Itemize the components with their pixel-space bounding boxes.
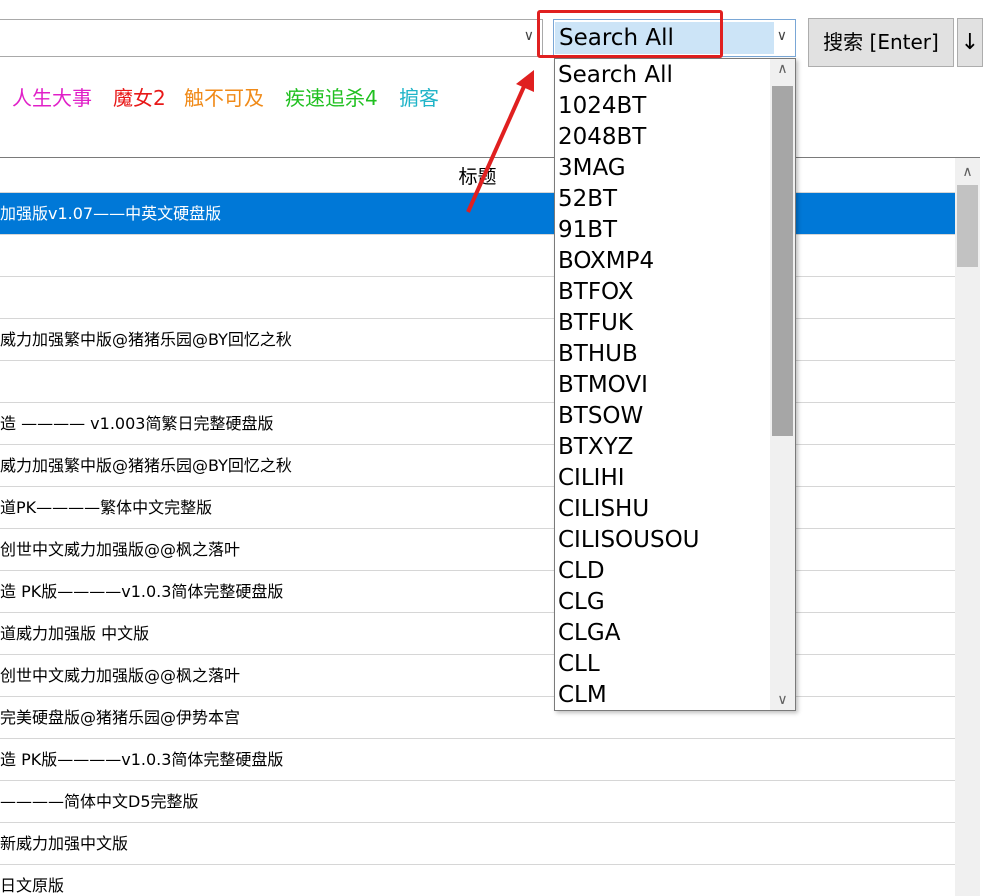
dropdown-option[interactable]: 2048BT bbox=[555, 122, 769, 153]
table-scrollbar[interactable]: ∧ bbox=[955, 158, 980, 896]
table-row[interactable]: ————简体中文D5完整版 bbox=[0, 781, 955, 823]
hot-keyword[interactable]: 人生大事 bbox=[12, 82, 92, 111]
table-row[interactable]: 创世中文威力加强版@@枫之落叶 bbox=[0, 655, 955, 697]
site-dropdown-list[interactable]: Search All 1024BT 2048BT 3MAG 52BT 91BT BOXMP4… bbox=[554, 58, 796, 711]
chevron-down-icon[interactable]: ∨ bbox=[524, 28, 534, 44]
table-row[interactable]: 新威力加强中文版 bbox=[0, 823, 955, 865]
dropdown-option[interactable]: CLM bbox=[555, 680, 769, 710]
dropdown-option[interactable]: CILISHU bbox=[555, 494, 769, 525]
sort-button[interactable]: ↓ bbox=[957, 18, 983, 67]
dropdown-option[interactable]: CLL bbox=[555, 649, 769, 680]
hot-keyword[interactable]: 触不可及 bbox=[184, 82, 264, 111]
table-row[interactable]: 威力加强繁中版@猪猪乐园@BY回忆之秋 bbox=[0, 319, 955, 361]
dropdown-option[interactable]: BTHUB bbox=[555, 339, 769, 370]
dropdown-option[interactable]: BTXYZ bbox=[555, 432, 769, 463]
dropdown-option[interactable]: CILISOUSOU bbox=[555, 525, 769, 556]
table-row[interactable] bbox=[0, 361, 955, 403]
table-row[interactable]: 造 PK版————v1.0.3简体完整硬盘版 bbox=[0, 739, 955, 781]
dropdown-option[interactable]: 3MAG bbox=[555, 153, 769, 184]
dropdown-option[interactable]: Search All bbox=[555, 60, 769, 91]
dropdown-option[interactable]: BTFUK bbox=[555, 308, 769, 339]
dropdown-option[interactable]: BTSOW bbox=[555, 401, 769, 432]
dropdown-scrollbar[interactable]: ∧ ∨ bbox=[770, 59, 795, 710]
dropdown-option[interactable]: CLGA bbox=[555, 618, 769, 649]
table-row[interactable]: 道PK————繁体中文完整版 bbox=[0, 487, 955, 529]
dropdown-option[interactable]: CILIHI bbox=[555, 463, 769, 494]
table-row[interactable]: 日文原版 bbox=[0, 865, 955, 896]
dropdown-option[interactable]: 91BT bbox=[555, 215, 769, 246]
table-row[interactable] bbox=[0, 277, 955, 319]
results-table[interactable]: 标题 加强版v1.07——中英文硬盘版 威力加强繁中版@猪猪乐园@BY回忆之秋造 … bbox=[0, 157, 980, 896]
scroll-up-icon[interactable]: ∧ bbox=[955, 164, 980, 180]
hot-keyword[interactable]: 魔女2 bbox=[113, 82, 166, 111]
scroll-thumb[interactable] bbox=[772, 86, 793, 436]
table-row[interactable]: 造 ———— v1.003简繁日完整硬盘版 bbox=[0, 403, 955, 445]
hot-keyword[interactable]: 掮客 bbox=[399, 82, 439, 111]
dropdown-option[interactable]: BTMOVI bbox=[555, 370, 769, 401]
annotation-arrow-icon bbox=[466, 70, 534, 213]
annotation-highlight-box bbox=[537, 10, 723, 58]
search-input[interactable]: ∨ bbox=[0, 19, 543, 57]
scroll-up-icon[interactable]: ∧ bbox=[770, 61, 795, 77]
search-button[interactable]: 搜索 [Enter] bbox=[808, 18, 954, 67]
hot-keyword[interactable]: 疾速追杀4 bbox=[285, 82, 378, 111]
scroll-thumb[interactable] bbox=[957, 185, 978, 267]
table-row[interactable] bbox=[0, 235, 955, 277]
dropdown-option[interactable]: CLG bbox=[555, 587, 769, 618]
dropdown-option[interactable]: 52BT bbox=[555, 184, 769, 215]
table-row[interactable]: 道威力加强版 中文版 bbox=[0, 613, 955, 655]
dropdown-option[interactable]: BOXMP4 bbox=[555, 246, 769, 277]
table-row[interactable]: 威力加强繁中版@猪猪乐园@BY回忆之秋 bbox=[0, 445, 955, 487]
scroll-down-icon[interactable]: ∨ bbox=[770, 692, 795, 708]
dropdown-option[interactable]: BTFOX bbox=[555, 277, 769, 308]
table-row[interactable]: 完美硬盘版@猪猪乐园@伊势本宫 bbox=[0, 697, 955, 739]
table-row[interactable]: 造 PK版————v1.0.3简体完整硬盘版 bbox=[0, 571, 955, 613]
chevron-down-icon[interactable]: ∨ bbox=[777, 28, 787, 44]
dropdown-option[interactable]: CLD bbox=[555, 556, 769, 587]
table-row[interactable]: 创世中文威力加强版@@枫之落叶 bbox=[0, 529, 955, 571]
dropdown-option[interactable]: 1024BT bbox=[555, 91, 769, 122]
